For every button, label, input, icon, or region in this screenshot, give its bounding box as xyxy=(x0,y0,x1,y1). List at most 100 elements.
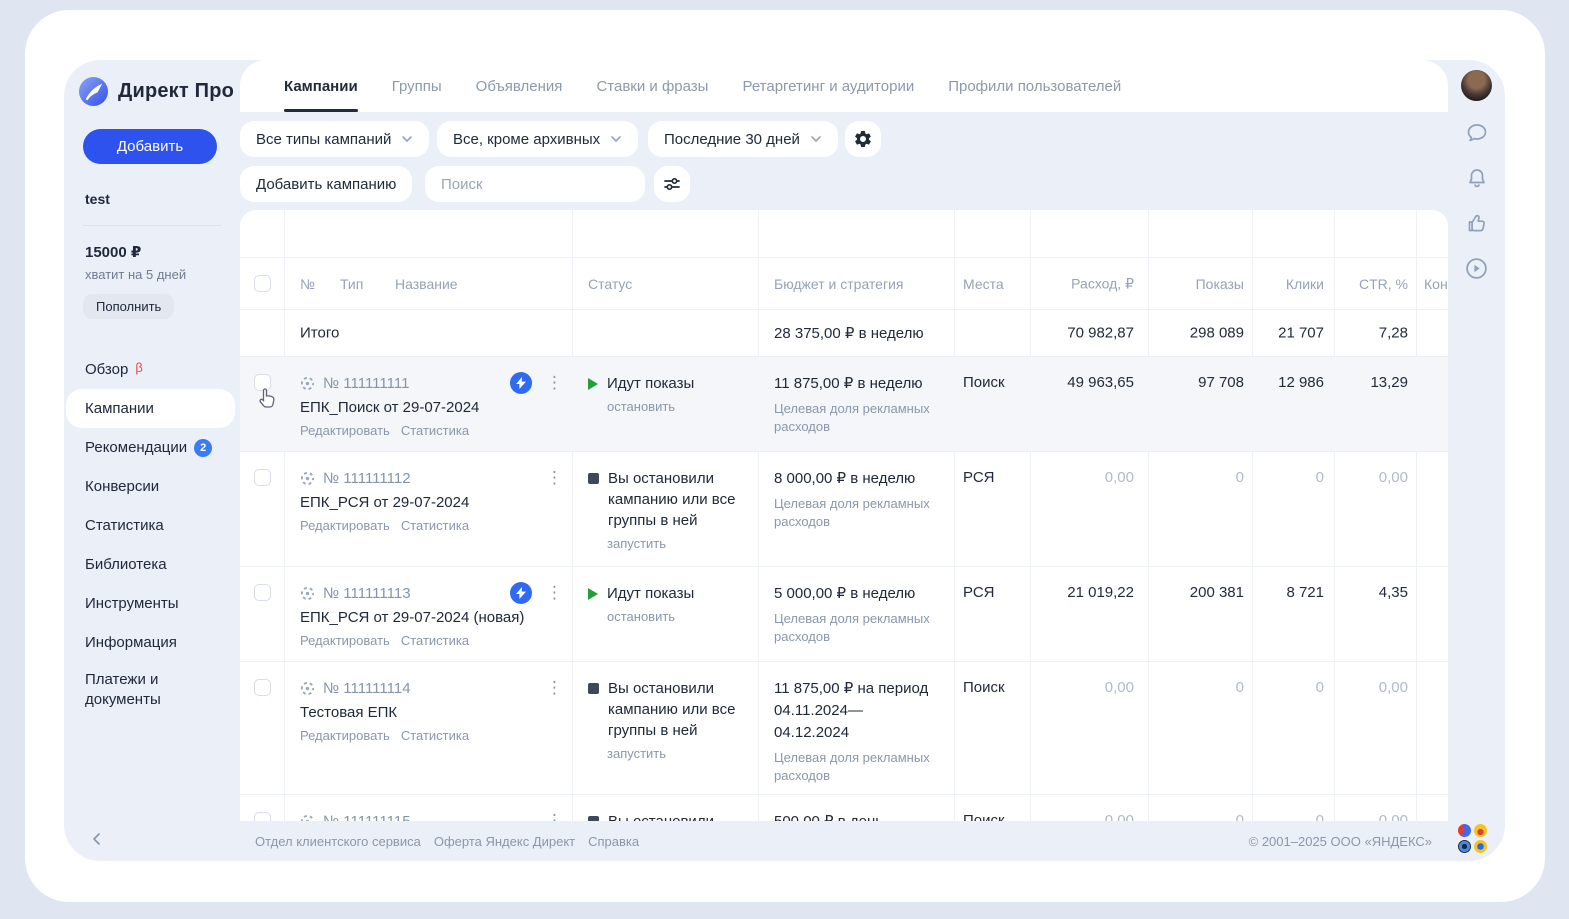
header-conversions[interactable]: Конверсии xyxy=(1424,276,1448,292)
advanced-filters-button[interactable] xyxy=(654,166,690,202)
campaigns-table: № Тип Название Статус Бюджет и стратегия… xyxy=(240,210,1448,821)
campaign-number: № 111111113 xyxy=(323,585,411,602)
thumbs-up-icon[interactable] xyxy=(1464,210,1490,236)
campaign-name[interactable]: ЕПК_Поиск от 29-07-2024 xyxy=(300,399,560,416)
campaign-number: № 111111115 xyxy=(323,813,411,822)
sidebar-menu-item-label: Информация xyxy=(85,633,177,653)
row-checkbox[interactable] xyxy=(254,584,271,601)
sidebar-menu-item-label: Обзор xyxy=(85,360,128,380)
header-spend[interactable]: Расход, ₽ xyxy=(1030,275,1134,292)
stats-link[interactable]: Статистика xyxy=(401,423,469,438)
header-type[interactable]: Тип xyxy=(340,276,363,292)
sidebar-menu-item[interactable]: Кампании xyxy=(66,389,235,428)
campaign-number: № 111111111 xyxy=(323,375,409,392)
top-tab[interactable]: Профили пользователей xyxy=(948,60,1121,112)
stats-link[interactable]: Статистика xyxy=(401,518,469,533)
select-all-checkbox[interactable] xyxy=(254,275,271,292)
stats-link[interactable]: Статистика xyxy=(401,633,469,648)
top-tab[interactable]: Группы xyxy=(392,60,442,112)
strategy-label: Целевая доля рекламных расходов xyxy=(774,495,944,531)
campaign-row: № 111111114 ⋮ Тестовая ЕПК Редактировать… xyxy=(240,662,1448,795)
header-status[interactable]: Статус xyxy=(588,276,632,292)
sidebar-menu-item[interactable]: Статистика xyxy=(64,506,240,545)
budget-line: 500,00 ₽ в день xyxy=(774,811,944,821)
campaign-type-filter-label: Все типы кампаний xyxy=(256,131,391,148)
status-cell: Идут показы остановить xyxy=(588,373,742,414)
campaign-name[interactable]: ЕПК_РСЯ от 29-07-2024 (новая) xyxy=(300,609,560,626)
status-action-link[interactable]: запустить xyxy=(607,536,742,551)
collapse-sidebar-button[interactable] xyxy=(88,830,108,850)
sidebar-menu-item-label: Конверсии xyxy=(85,477,159,497)
edit-link[interactable]: Редактировать xyxy=(300,728,390,743)
add-button[interactable]: Добавить xyxy=(83,129,217,164)
footer-link[interactable]: Справка xyxy=(588,834,639,849)
edit-link[interactable]: Редактировать xyxy=(300,633,390,648)
campaign-name[interactable]: Тестовая ЕПК xyxy=(300,704,560,721)
topup-button[interactable]: Пополнить xyxy=(83,294,174,319)
top-tab[interactable]: Ретаргетинг и аудитории xyxy=(742,60,914,112)
campaign-number: № 111111112 xyxy=(323,470,411,487)
row-menu-button[interactable]: ⋮ xyxy=(546,677,563,699)
archive-state-filter[interactable]: Все, кроме архивных xyxy=(437,121,638,157)
bell-icon[interactable] xyxy=(1464,165,1490,191)
account-name[interactable]: test xyxy=(85,191,110,207)
status-action-link[interactable]: остановить xyxy=(607,609,742,624)
sidebar-menu-item[interactable]: Конверсии xyxy=(64,467,240,506)
budget-line: 5 000,00 ₽ в неделю xyxy=(774,583,944,605)
status-action-link[interactable]: запустить xyxy=(607,746,742,761)
period-filter[interactable]: Последние 30 дней xyxy=(648,121,838,157)
row-checkbox[interactable] xyxy=(254,374,271,391)
row-checkbox[interactable] xyxy=(254,469,271,486)
footer-link[interactable]: Оферта Яндекс Директ xyxy=(434,834,575,849)
add-campaign-button[interactable]: Добавить кампанию xyxy=(240,166,412,202)
top-tab[interactable]: Объявления xyxy=(476,60,563,112)
budget-line: 11 875,00 ₽ в неделю xyxy=(774,373,944,395)
sidebar-menu-item[interactable]: Библиотека xyxy=(64,545,240,584)
campaign-type-icon xyxy=(300,814,315,822)
sidebar-menu-item[interactable]: Платежи и документы xyxy=(64,662,240,718)
sidebar-menu-item[interactable]: Рекомендации 2 xyxy=(64,428,240,467)
table-settings-button[interactable] xyxy=(845,121,881,157)
header-places[interactable]: Места xyxy=(963,276,1004,292)
sidebar-menu-item[interactable]: Инструменты xyxy=(64,584,240,623)
totals-budget: 28 375,00 ₽ в неделю xyxy=(774,324,924,342)
strategy-label: Целевая доля рекламных расходов xyxy=(774,610,944,646)
search-input[interactable] xyxy=(425,166,645,202)
status-text: Идут показы xyxy=(607,373,694,394)
header-ctr[interactable]: CTR, % xyxy=(1334,276,1408,292)
status-action-link[interactable]: остановить xyxy=(607,399,742,414)
top-tab[interactable]: Кампании xyxy=(284,60,358,112)
row-checkbox[interactable] xyxy=(254,812,271,821)
campaign-cell: № 111111112 ⋮ ЕПК_РСЯ от 29-07-2024 Реда… xyxy=(300,467,560,533)
count-badge: 2 xyxy=(194,439,212,457)
header-shows[interactable]: Показы xyxy=(1148,276,1244,292)
edit-link[interactable]: Редактировать xyxy=(300,423,390,438)
row-menu-button[interactable]: ⋮ xyxy=(546,372,563,394)
campaign-name[interactable]: ЕПК_РСЯ от 29-07-2024 xyxy=(300,494,560,511)
campaign-row: № 111111115 ⋮ Редактировать Статистика В… xyxy=(240,795,1448,821)
chat-icon[interactable] xyxy=(1464,120,1490,146)
chevron-down-icon xyxy=(610,133,622,145)
edit-link[interactable]: Редактировать xyxy=(300,518,390,533)
row-menu-button[interactable]: ⋮ xyxy=(546,810,563,821)
campaign-type-filter[interactable]: Все типы кампаний xyxy=(240,121,429,157)
play-circle-icon[interactable] xyxy=(1464,255,1490,281)
row-menu-button[interactable]: ⋮ xyxy=(546,467,563,489)
header-budget[interactable]: Бюджет и стратегия xyxy=(774,276,903,292)
header-num[interactable]: № xyxy=(300,276,315,292)
row-menu-button[interactable]: ⋮ xyxy=(546,582,563,604)
footer-link[interactable]: Отдел клиентского сервиса xyxy=(255,834,421,849)
top-tab[interactable]: Ставки и фразы xyxy=(596,60,708,112)
sidebar-menu-item[interactable]: Информация xyxy=(64,623,240,662)
user-avatar[interactable] xyxy=(1461,70,1492,101)
yandex-services-icon[interactable] xyxy=(1458,824,1487,853)
stats-link[interactable]: Статистика xyxy=(401,728,469,743)
header-name[interactable]: Название xyxy=(395,276,458,292)
header-clicks[interactable]: Клики xyxy=(1252,276,1324,292)
sidebar-divider xyxy=(83,225,221,226)
archive-state-filter-label: Все, кроме архивных xyxy=(453,131,600,148)
sidebar-menu-item[interactable]: Обзор β xyxy=(64,350,240,389)
row-checkbox[interactable] xyxy=(254,679,271,696)
status-cell: Идут показы остановить xyxy=(588,583,742,624)
boost-badge-icon xyxy=(510,582,532,604)
